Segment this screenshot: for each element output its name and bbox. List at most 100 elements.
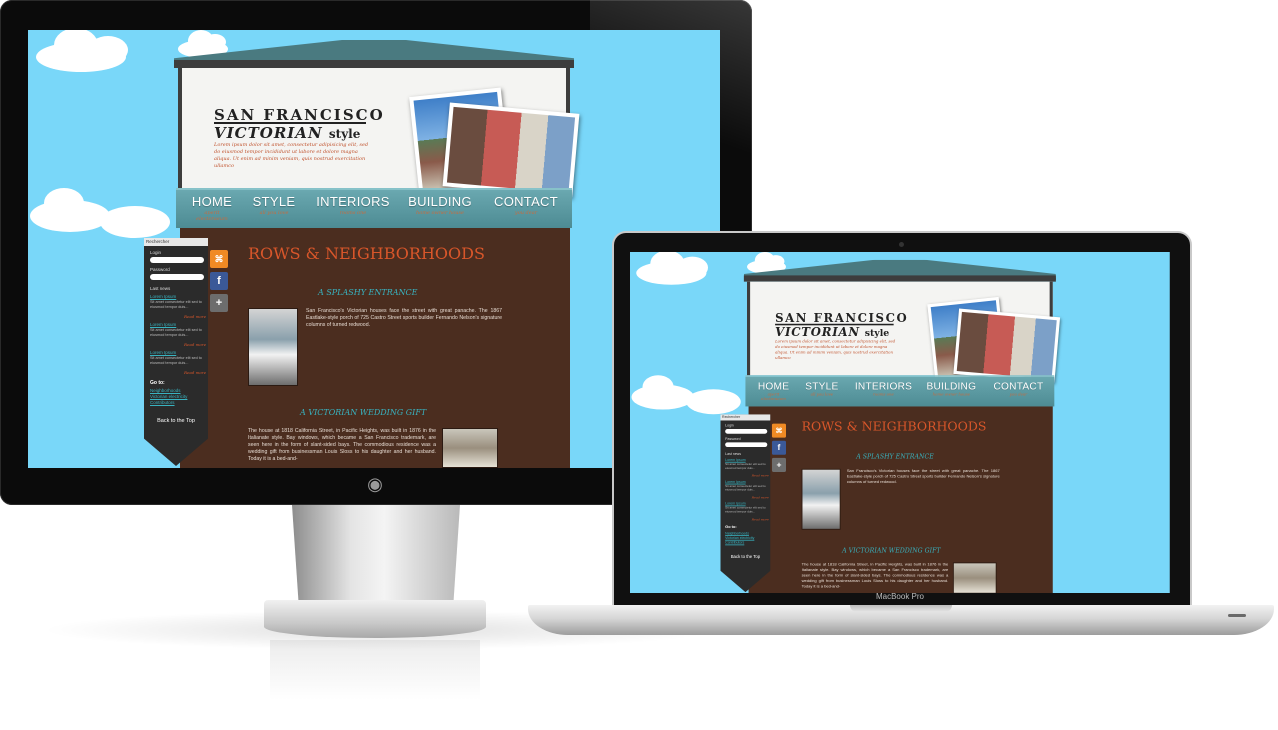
news-text: Sit amet consectetur elit sed to eiusmod… (725, 484, 766, 492)
page-title: ROWS & NEIGHBORHOODS (248, 244, 485, 263)
nav-label: BUILDING (408, 194, 472, 209)
goto-link[interactable]: Contributors (725, 541, 744, 545)
nav-item-building[interactable]: BUILDING home owner house (926, 380, 976, 397)
imac-stand-neck (292, 505, 460, 605)
facebook-icon[interactable]: f (771, 440, 786, 455)
porch-photo[interactable] (801, 468, 841, 530)
news-link[interactable]: Lorem Ipsum (725, 502, 745, 506)
main-content: ROWS & NEIGHBORHOODS A SPLASHY ENTRANCE … (748, 406, 1053, 593)
nav-item-building[interactable]: BUILDING home owner house (408, 194, 472, 216)
title-victorian: VICTORIAN (775, 325, 860, 340)
news-text: Sit amet consectetur elit sed to eiusmod… (725, 506, 766, 513)
password-input[interactable] (725, 442, 768, 447)
login-label: Login (725, 423, 734, 428)
camera-icon (899, 242, 904, 247)
news-text: Sit amet consectetur elit sed to eiusmod… (725, 462, 766, 470)
nav-sub: home owner house (416, 210, 464, 216)
header-photo-front (442, 102, 580, 198)
goto-label: Go to: (150, 380, 165, 386)
search-input[interactable]: Rechercher (720, 414, 771, 421)
nav-label: HOME (757, 379, 790, 392)
read-more-link[interactable]: Read more (752, 517, 769, 521)
nav-label: CONTACT (494, 194, 558, 209)
goto-link[interactable]: Victorian electricity (725, 536, 754, 540)
house-photo[interactable] (442, 428, 498, 468)
title-style: style (328, 127, 361, 141)
nav-item-style[interactable]: STYLE all you love (805, 380, 839, 397)
section-title: A SPLASHY ENTRANCE (318, 288, 418, 297)
cloud (30, 188, 170, 238)
site-title-line2[interactable]: VICTORIAN style (775, 325, 889, 339)
goto-link[interactable]: Victorian electricity (150, 394, 187, 399)
nav-label: HOME (191, 194, 233, 209)
title-victorian: VICTORIAN (214, 124, 323, 142)
goto-link[interactable]: Neighborhoods (725, 531, 749, 535)
login-input[interactable] (150, 257, 204, 263)
nav-sub: all you love (259, 210, 289, 216)
last-news-label: Last news (725, 451, 741, 456)
site-tagline: Lorem ipsum dolor sit amet, consectetur … (214, 142, 369, 169)
nav-item-home[interactable]: HOME aperit electoraeum (756, 380, 790, 402)
nav-item-interiors[interactable]: INTERIORS rooms one (316, 194, 390, 216)
nav-item-contact[interactable]: CONTACT you dear (993, 380, 1043, 397)
search-input[interactable]: Rechercher (144, 238, 208, 246)
back-to-top-link[interactable]: Back to the Top (156, 418, 196, 424)
nav-item-home[interactable]: HOME aperit electoraeum (190, 194, 234, 222)
porch-photo[interactable] (248, 308, 298, 386)
nav-sub: rooms one (339, 210, 367, 216)
nav-sub: aperit electoraeum (761, 392, 786, 402)
news-link[interactable]: Lorem Ipsum (725, 480, 745, 484)
sidebar: Rechercher Login Password Last news Lore… (720, 414, 771, 593)
read-more-link[interactable]: Read more (752, 495, 769, 499)
imac-base-reflection (270, 640, 480, 700)
nav-label: INTERIORS (854, 379, 913, 392)
news-link[interactable]: Lorem Ipsum (150, 350, 176, 355)
cloud (636, 252, 709, 285)
back-to-top-link[interactable]: Back to the Top (730, 555, 761, 560)
rss-icon[interactable]: ⌘ (210, 250, 228, 268)
nav-label: STYLE (805, 379, 839, 392)
nav-label: STYLE (252, 194, 296, 209)
nav-sub: rooms one (873, 392, 894, 398)
news-link[interactable]: Lorem Ipsum (150, 322, 176, 327)
login-label: Login (150, 250, 162, 255)
nav-label: CONTACT (993, 379, 1044, 392)
read-more-link[interactable]: Read more (184, 342, 206, 347)
goto-link[interactable]: Contributors (150, 400, 175, 405)
site-title-line2[interactable]: VICTORIAN style (214, 124, 360, 142)
nav-item-contact[interactable]: CONTACT you dear (494, 194, 558, 216)
nav-item-style[interactable]: STYLE all you love (252, 194, 296, 216)
house-photo[interactable] (952, 562, 997, 593)
facebook-icon[interactable]: f (210, 272, 228, 290)
imac-stand-base (264, 600, 486, 638)
apple-logo-icon: ◉ (367, 474, 383, 494)
nav-sub: you dear (514, 210, 538, 216)
news-text: Sit amet consectetur elit sed to eiusmod… (150, 300, 202, 309)
password-label: Password (725, 436, 741, 441)
main-nav: HOME aperit electoraeum STYLE all you love… (176, 188, 572, 228)
read-more-link[interactable]: Read more (752, 474, 769, 478)
goto-link[interactable]: Neighborhoods (150, 388, 181, 393)
house-eave (174, 60, 574, 68)
section-text: San Francisco's Victorian houses face th… (306, 308, 502, 328)
nav-sub: all you love (810, 392, 834, 398)
section-text: The house at 1818 California Street, in … (248, 428, 436, 462)
laptop-lid-notch (850, 605, 952, 612)
news-link[interactable]: Lorem Ipsum (725, 458, 745, 462)
section-text: The house at 1818 California Street, in … (801, 562, 949, 589)
cloud (36, 30, 128, 72)
rss-icon[interactable]: ⌘ (771, 423, 786, 438)
add-icon[interactable]: + (771, 457, 786, 472)
cloud (631, 375, 741, 415)
read-more-link[interactable]: Read more (184, 314, 206, 319)
nav-item-interiors[interactable]: INTERIORS rooms one (855, 380, 913, 397)
main-nav: HOME aperit electoraeum STYLE all you love… (745, 375, 1055, 407)
password-input[interactable] (150, 274, 204, 280)
login-input[interactable] (725, 429, 768, 434)
add-icon[interactable]: + (210, 294, 228, 312)
read-more-link[interactable]: Read more (184, 370, 206, 375)
section-title: A VICTORIAN WEDDING GIFT (842, 546, 941, 554)
news-text: Sit amet consectetur elit sed to eiusmod… (150, 356, 202, 365)
sidebar: Rechercher Login Password Last news Lore… (144, 238, 208, 466)
news-link[interactable]: Lorem Ipsum (150, 294, 176, 299)
